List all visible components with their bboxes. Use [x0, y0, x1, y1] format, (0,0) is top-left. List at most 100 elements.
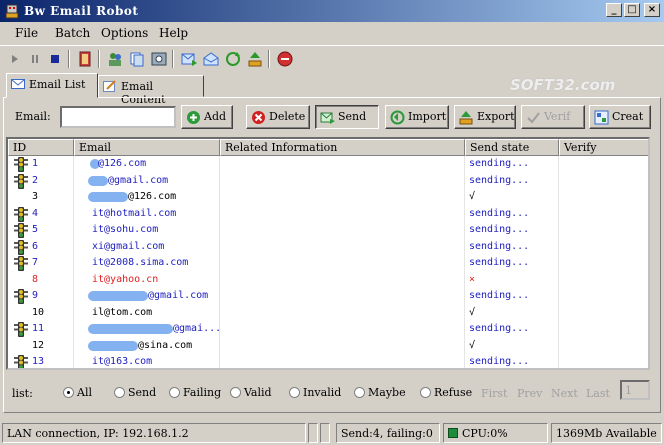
send-button[interactable]: Send: [315, 105, 379, 129]
add-button[interactable]: Add: [181, 105, 233, 129]
cell-email-text: it@hotmail.com: [92, 207, 177, 219]
verify-button-label: Verif: [544, 110, 571, 123]
filter-maybe-radio[interactable]: Maybe: [354, 386, 406, 399]
table-row[interactable]: 1 @126.com sending...: [8, 156, 648, 173]
table-row[interactable]: 4 it@hotmail.com sending...: [8, 205, 648, 223]
pause-icon[interactable]: [26, 50, 44, 68]
table-row[interactable]: 6 xi@gmail.com sending...: [8, 238, 648, 255]
cell-send-state: sending...: [465, 238, 559, 255]
menu-batch[interactable]: Batch: [55, 26, 90, 40]
menu-file[interactable]: File: [15, 26, 38, 40]
pager-first[interactable]: First: [481, 387, 507, 400]
table-row[interactable]: 12 @sina.com √: [8, 337, 648, 354]
cell-send-state: ×: [465, 271, 559, 288]
pager-last[interactable]: Last: [586, 387, 610, 400]
close-button[interactable]: ×: [644, 3, 660, 17]
tab-email-content[interactable]: Email Content: [98, 75, 204, 106]
cell-related: [220, 304, 465, 321]
cell-related: [220, 156, 465, 173]
cell-verify: [559, 272, 648, 289]
send-icon: [320, 112, 335, 124]
delete-button-label: Delete: [269, 110, 306, 123]
tab-email-list[interactable]: Email List: [6, 73, 98, 98]
play-icon[interactable]: [6, 50, 24, 68]
upload-icon[interactable]: [246, 50, 264, 68]
cell-verify: [559, 189, 648, 206]
cell-id: 6: [8, 238, 74, 255]
cell-verify: [559, 288, 648, 305]
cell-id: 7: [8, 255, 74, 272]
email-input[interactable]: [60, 106, 176, 128]
create-button-label: Creat: [612, 110, 644, 123]
radio-dot: [354, 387, 365, 398]
create-button[interactable]: Creat: [589, 105, 651, 129]
table-row[interactable]: 9 @gmail.com sending...: [8, 288, 648, 305]
cell-email-text: it@163.com: [92, 356, 153, 367]
cell-id-text: 1: [32, 158, 39, 169]
toolbar: [0, 45, 664, 71]
cell-send-state: sending...: [465, 205, 559, 222]
export-button[interactable]: Export: [454, 105, 516, 129]
status-pane-empty: [308, 423, 318, 443]
filter-refuse-radio[interactable]: Refuse: [420, 386, 472, 399]
filter-failing-radio[interactable]: Failing: [169, 386, 221, 399]
refresh-icon[interactable]: [224, 50, 242, 68]
copy-icon[interactable]: [128, 50, 146, 68]
filter-send-radio[interactable]: Send: [114, 386, 156, 399]
user-group-icon[interactable]: [106, 50, 124, 68]
cell-verify: [559, 321, 648, 338]
table-row[interactable]: 5 it@sohu.com sending...: [8, 222, 648, 239]
filter-valid-radio[interactable]: Valid: [230, 386, 272, 399]
column-header-verify[interactable]: Verify: [559, 139, 648, 156]
filter-invalid-radio[interactable]: Invalid: [289, 386, 341, 399]
app-robot-icon: [5, 4, 19, 19]
column-header-id[interactable]: ID: [8, 139, 74, 156]
column-header-related[interactable]: Related Information: [220, 139, 465, 156]
filter-valid-label: Valid: [244, 386, 272, 399]
stop-icon[interactable]: [46, 50, 64, 68]
cell-email: it@sohu.com: [74, 222, 220, 239]
table-row[interactable]: 7 it@2008.sima.com sending...: [8, 255, 648, 272]
table-row[interactable]: 8 it@yahoo.cn ×: [8, 271, 648, 289]
cell-related: [220, 222, 465, 239]
table-row[interactable]: 13 it@163.com sending...: [8, 354, 648, 368]
pager-next[interactable]: Next: [551, 387, 578, 400]
column-header-email[interactable]: Email: [74, 139, 220, 156]
page-number-input[interactable]: [620, 380, 650, 400]
import-button[interactable]: Import: [385, 105, 449, 129]
cell-email-text: xi@gmail.com: [92, 240, 165, 252]
cell-email: it@163.com: [74, 354, 220, 368]
pager-prev[interactable]: Prev: [517, 387, 542, 400]
delete-button[interactable]: Delete: [246, 105, 310, 129]
cell-id-text: 9: [32, 290, 39, 301]
column-header-send-state[interactable]: Send state: [465, 139, 559, 156]
radio-dot: [420, 387, 431, 398]
cell-related: [220, 189, 465, 206]
email-table[interactable]: ID Email Related Information Send state …: [6, 137, 650, 370]
filter-all-radio[interactable]: All: [63, 386, 92, 399]
cell-id-text: 7: [32, 257, 39, 268]
table-row[interactable]: 2 @gmail.com sending...: [8, 172, 648, 189]
settings-icon[interactable]: [150, 50, 168, 68]
exit-door-icon[interactable]: [76, 50, 94, 68]
cell-verify: [559, 206, 648, 223]
redaction-blur: [88, 324, 173, 334]
menu-help[interactable]: Help: [159, 26, 188, 40]
table-row[interactable]: 11 @gmai... sending...: [8, 321, 648, 338]
table-row[interactable]: 3 @126.com √: [8, 189, 648, 206]
table-row[interactable]: 10 il@tom.com √: [8, 304, 648, 321]
stop-sign-icon[interactable]: [276, 50, 294, 68]
redaction-blur: [88, 291, 148, 301]
mail-open-icon[interactable]: [202, 50, 220, 68]
email-label: Email:: [15, 110, 51, 123]
minimize-button[interactable]: _: [606, 3, 622, 17]
cell-email-text: @gmail.com: [108, 174, 169, 186]
maximize-button[interactable]: □: [624, 3, 640, 17]
verify-button[interactable]: Verif: [521, 105, 585, 129]
menu-options[interactable]: Options: [101, 26, 148, 40]
traffic-light-icon: [14, 157, 28, 172]
cell-related: [220, 354, 465, 368]
memory-status: 1369Mb Available: [551, 423, 662, 443]
mail-send-icon[interactable]: [180, 50, 198, 68]
filter-all-label: All: [77, 386, 92, 399]
